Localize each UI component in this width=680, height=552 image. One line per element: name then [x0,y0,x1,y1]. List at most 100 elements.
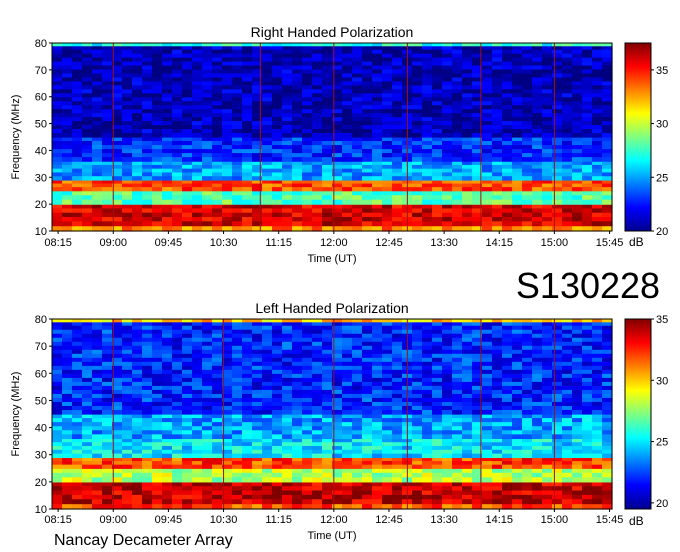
heatmap-cell [462,341,473,347]
heatmap-cell [532,137,543,142]
heatmap-cell [172,145,183,150]
heatmap-cell [282,449,293,455]
heatmap-cell [492,109,503,114]
heatmap-cell [492,61,503,67]
heatmap-cell [222,176,233,181]
heatmap-cell [322,377,333,383]
heatmap-cell [452,325,463,331]
heatmap-cell [462,499,473,505]
heatmap-cell [522,77,533,83]
heatmap-cell [372,337,383,343]
heatmap-cell [62,77,73,83]
heatmap-cell [602,133,613,138]
heatmap-cell [72,221,83,227]
heatmap-cell [252,101,263,106]
heatmap-cell [562,430,573,435]
heatmap-cell [262,105,273,110]
heatmap-cell [62,93,73,98]
heatmap-cell [572,434,583,440]
heatmap-cell [482,61,493,67]
heatmap-cell [182,345,193,351]
heatmap-cell [532,365,543,371]
heatmap-cell [202,434,213,440]
heatmap-cell [202,179,213,185]
heatmap-cell [552,472,563,478]
heatmap-cell [462,321,473,327]
heatmap-cell [342,204,353,210]
heatmap-cell [162,414,173,419]
heatmap-cell [192,183,203,188]
heatmap-cell [552,65,563,71]
heatmap-cell [382,369,393,375]
heatmap-cell [52,145,63,150]
heatmap-cell [52,93,63,98]
heatmap-cell [322,69,333,75]
heatmap-cell [212,494,223,500]
heatmap-cell [582,221,593,227]
heatmap-cell [152,57,163,63]
heatmap-cell [52,53,63,59]
heatmap-cell [152,117,163,122]
heatmap-cell [442,157,453,162]
heatmap-cell [542,172,553,177]
heatmap-cell [532,212,543,218]
heatmap-cell [532,97,543,102]
heatmap-cell [202,446,213,451]
heatmap-cell [522,121,533,126]
heatmap-cell [382,434,393,440]
heatmap-cell [152,77,163,83]
heatmap-cell [592,183,603,188]
heatmap-cell [452,73,463,79]
heatmap-cell [202,145,213,150]
heatmap-cell [572,176,583,181]
heatmap-cell [562,337,573,343]
heatmap-cell [142,69,153,75]
heatmap-cell [372,345,383,351]
heatmap-cell [142,325,153,331]
heatmap-cell [82,141,93,146]
heatmap-cell [72,97,83,102]
heatmap-cell [502,153,513,158]
heatmap-cell [302,195,313,201]
heatmap-cell [102,69,113,75]
heatmap-cell [292,117,303,122]
heatmap-cell [522,93,533,98]
heatmap-cell [162,113,173,118]
heatmap-cell [462,109,473,114]
heatmap-cell [352,430,363,435]
heatmap-cell [262,434,273,440]
heatmap-cell [102,137,113,142]
heatmap-cell [122,89,133,94]
heatmap-cell [102,168,113,174]
heatmap-cell [412,325,423,331]
heatmap-cell [482,97,493,102]
heatmap-cell [492,472,503,478]
heatmap-cell [372,81,383,86]
heatmap-cell [82,137,93,142]
heatmap-cell [72,381,83,387]
heatmap-cell [272,137,283,142]
heatmap-cell [572,45,583,51]
heatmap-cell [82,81,93,86]
heatmap-cell [392,81,403,86]
heatmap-cell [62,325,73,331]
heatmap-cell [252,446,263,451]
heatmap-cell [342,353,353,359]
heatmap-cell [262,199,273,205]
heatmap-cell [372,164,383,170]
heatmap-cell [482,101,493,106]
heatmap-cell [352,373,363,379]
heatmap-cell [562,438,573,443]
heatmap-cell [592,414,603,419]
heatmap-cell [382,212,393,218]
heatmap-cell [542,389,553,395]
heatmap-cell [592,457,603,462]
heatmap-cell [462,377,473,383]
heatmap-cell [272,93,283,98]
heatmap-cell [442,434,453,440]
heatmap-cell [392,137,403,142]
heatmap-cell [192,179,203,185]
heatmap-cell [582,333,593,339]
heatmap-cell [242,65,253,71]
heatmap-cell [222,97,233,102]
